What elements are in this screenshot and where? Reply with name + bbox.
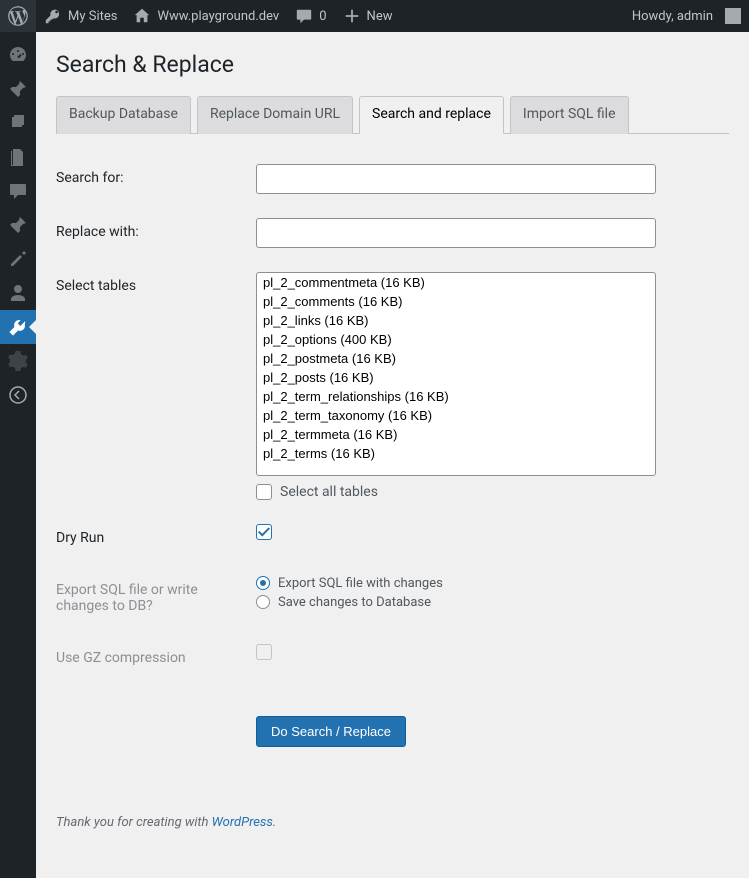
gz-label: Use GZ compression [56, 632, 256, 684]
menu-posts2[interactable] [0, 208, 36, 242]
select-all-label: Select all tables [280, 484, 378, 500]
table-option[interactable]: pl_2_term_relationships (16 KB) [257, 387, 655, 406]
user-icon [8, 283, 28, 303]
footer-suffix: . [273, 815, 276, 830]
plus-icon [343, 7, 361, 25]
replace-with-input[interactable] [256, 218, 656, 248]
dry-run-label: Dry Run [56, 512, 256, 564]
tab-backup-database[interactable]: Backup Database [56, 96, 191, 134]
menu-posts[interactable] [0, 72, 36, 106]
table-option[interactable]: pl_2_term_taxonomy (16 KB) [257, 406, 655, 425]
menu-collapse[interactable] [0, 378, 36, 412]
howdy-text: Howdy, admin [632, 9, 713, 24]
pages-icon [8, 147, 28, 167]
tab-nav: Backup DatabaseReplace Domain URLSearch … [56, 96, 729, 134]
home-icon [133, 7, 151, 25]
table-option[interactable]: pl_2_posts (16 KB) [257, 368, 655, 387]
table-option[interactable]: pl_2_terms (16 KB) [257, 444, 655, 463]
admin-menu [0, 32, 36, 878]
wordpress-icon [8, 6, 28, 26]
form-table: Search for: Replace with: Select tables … [56, 152, 729, 759]
table-option[interactable]: pl_2_postmeta (16 KB) [257, 349, 655, 368]
comments-icon [8, 181, 28, 201]
save-db-option[interactable]: Save changes to Database [256, 595, 719, 610]
menu-users[interactable] [0, 276, 36, 310]
table-option[interactable]: pl_2_commentmeta (16 KB) [257, 273, 655, 292]
my-sites-link[interactable]: My Sites [36, 0, 125, 32]
table-option[interactable]: pl_2_termmeta (16 KB) [257, 425, 655, 444]
dry-run-checkbox[interactable] [256, 524, 272, 540]
comments-count: 0 [319, 9, 326, 24]
select-tables-label: Select tables [56, 260, 256, 512]
save-db-text: Save changes to Database [278, 595, 431, 610]
search-for-label: Search for: [56, 152, 256, 206]
avatar [725, 8, 741, 24]
collapse-icon [8, 385, 28, 405]
new-label: New [367, 9, 393, 24]
menu-appearance[interactable] [0, 242, 36, 276]
search-for-input[interactable] [256, 164, 656, 194]
menu-media[interactable] [0, 106, 36, 140]
appearance-icon [8, 249, 28, 269]
wp-logo[interactable] [0, 0, 36, 32]
table-option[interactable]: pl_2_options (400 KB) [257, 330, 655, 349]
export-sql-option[interactable]: Export SQL file with changes [256, 576, 719, 591]
table-option[interactable]: pl_2_comments (16 KB) [257, 292, 655, 311]
menu-settings[interactable] [0, 344, 36, 378]
menu-tools[interactable] [0, 310, 36, 344]
export-sql-radio[interactable] [256, 576, 270, 590]
pin-icon [8, 79, 28, 99]
select-all-checkbox[interactable] [256, 484, 272, 500]
footer-prefix: Thank you for creating with [56, 815, 212, 830]
tables-select[interactable]: pl_2_commentmeta (16 KB)pl_2_comments (1… [256, 272, 656, 476]
my-account-link[interactable]: Howdy, admin [624, 0, 749, 32]
dashboard-icon [8, 45, 28, 65]
comments-link[interactable]: 0 [287, 0, 334, 32]
tab-import-sql-file[interactable]: Import SQL file [510, 96, 629, 134]
menu-pages[interactable] [0, 140, 36, 174]
tab-search-and-replace[interactable]: Search and replace [359, 96, 504, 134]
settings-icon [8, 351, 28, 371]
submit-button[interactable]: Do Search / Replace [256, 716, 406, 747]
comment-icon [295, 7, 313, 25]
new-content-link[interactable]: New [335, 0, 401, 32]
export-label: Export SQL file or write changes to DB? [56, 564, 256, 632]
tools-icon [8, 317, 28, 337]
admin-bar: My Sites Www.playground.dev 0 New Howdy,… [0, 0, 749, 32]
site-name-label: Www.playground.dev [157, 9, 279, 24]
replace-with-label: Replace with: [56, 206, 256, 260]
pin2-icon [8, 215, 28, 235]
admin-key-icon [44, 7, 62, 25]
page-title: Search & Replace [56, 51, 729, 78]
my-sites-label: My Sites [68, 9, 117, 24]
gz-checkbox[interactable] [256, 644, 272, 660]
table-option[interactable]: pl_2_links (16 KB) [257, 311, 655, 330]
save-db-radio[interactable] [256, 595, 270, 609]
media-icon [8, 113, 28, 133]
export-sql-text: Export SQL file with changes [278, 576, 443, 591]
menu-comments[interactable] [0, 174, 36, 208]
main-content: Search & Replace Backup DatabaseReplace … [36, 32, 749, 878]
tab-replace-domain-url[interactable]: Replace Domain URL [197, 96, 353, 134]
menu-dashboard[interactable] [0, 38, 36, 72]
footer: Thank you for creating with WordPress. [56, 799, 729, 846]
site-name-link[interactable]: Www.playground.dev [125, 0, 287, 32]
footer-link[interactable]: WordPress [212, 815, 273, 830]
